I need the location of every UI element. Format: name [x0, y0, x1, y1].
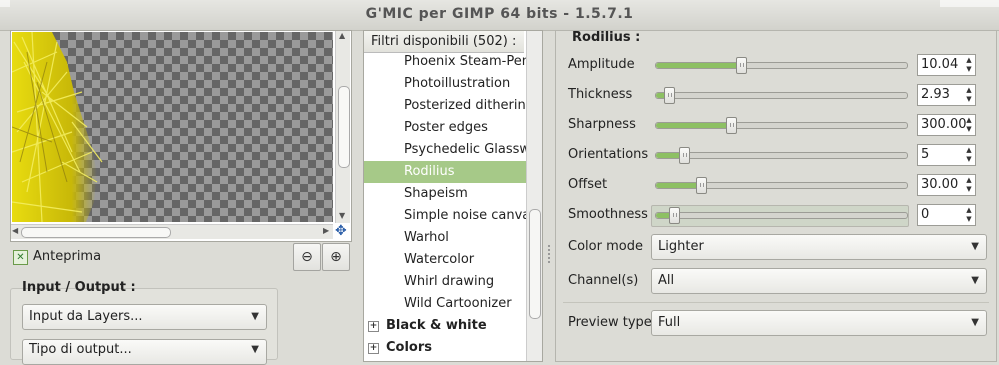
filter-item[interactable]: Photoillustration: [364, 73, 526, 95]
slider-fill: [656, 123, 732, 128]
color-mode-select[interactable]: Lighter ▼: [651, 234, 987, 260]
filter-list-header: Filtri disponibili (502) :: [364, 31, 524, 53]
dropdown-arrow-icon: ▼: [971, 317, 979, 328]
checkbox-icon[interactable]: ✕: [13, 250, 28, 265]
filter-item[interactable]: Shapeism: [364, 183, 526, 205]
spin-arrows-icon[interactable]: ▲ ▼: [965, 146, 973, 164]
sharpness-slider[interactable]: [655, 117, 908, 134]
slider-handle[interactable]: [726, 117, 738, 134]
thickness-spinbox[interactable]: 2.93 ▲ ▼: [917, 84, 976, 106]
splitter-grip-icon: [548, 245, 552, 263]
amplitude-label: Amplitude: [568, 57, 635, 72]
filter-category[interactable]: + Colors: [364, 337, 526, 359]
input-mode-select[interactable]: Input da Layers... ▼: [22, 304, 267, 330]
thickness-label: Thickness: [568, 87, 633, 102]
scrollbar-thumb[interactable]: [338, 86, 350, 168]
offset-spinbox[interactable]: 30.00 ▲ ▼: [917, 174, 976, 196]
filter-parameters-title: Rodilius :: [572, 30, 641, 45]
filter-item[interactable]: Wild Cartoonizer: [364, 293, 526, 315]
scrollbar-thumb[interactable]: [529, 209, 541, 319]
input-mode-value: Input da Layers...: [29, 309, 143, 324]
scroll-up-icon[interactable]: ▲: [339, 31, 345, 40]
channels-value: All: [658, 273, 675, 288]
preview-vertical-scrollbar[interactable]: ▲ ▼: [335, 31, 350, 223]
amplitude-slider[interactable]: [655, 57, 908, 74]
filter-item-selected[interactable]: Rodilius: [364, 161, 526, 183]
title-bar: G'MIC per GIMP 64 bits - 1.5.7.1: [0, 0, 999, 31]
preview-type-value: Full: [658, 315, 681, 330]
sharpness-label: Sharpness: [568, 117, 636, 132]
expand-icon[interactable]: +: [368, 321, 379, 332]
expand-icon[interactable]: +: [368, 343, 379, 354]
scroll-left-icon[interactable]: ◀: [12, 226, 18, 235]
window-title: G'MIC per GIMP 64 bits - 1.5.7.1: [365, 6, 634, 22]
channels-label: Channel(s): [568, 273, 639, 288]
filter-item[interactable]: Psychedelic Glasswork: [364, 139, 526, 161]
preview-image[interactable]: [12, 32, 333, 222]
move-icon[interactable]: ✥: [335, 224, 349, 238]
zoom-out-button[interactable]: ⊖: [293, 243, 321, 271]
preview-type-select[interactable]: Full ▼: [651, 310, 987, 336]
slider-handle[interactable]: [663, 87, 675, 104]
slider-fill: [656, 183, 702, 188]
orientations-spinbox[interactable]: 5 ▲ ▼: [917, 144, 976, 166]
filter-category[interactable]: + Black & white: [364, 315, 526, 337]
zoom-out-icon: ⊖: [301, 249, 313, 265]
color-mode-value: Lighter: [658, 239, 704, 254]
spin-arrows-icon[interactable]: ▲ ▼: [965, 86, 973, 104]
slider-handle[interactable]: [696, 177, 708, 194]
filter-item[interactable]: Phoenix Steam-Pencil: [364, 51, 526, 73]
filter-item[interactable]: Watercolor: [364, 249, 526, 271]
filter-item[interactable]: Warhol: [364, 227, 526, 249]
slider-handle[interactable]: [736, 57, 748, 74]
filter-list[interactable]: Filtri disponibili (502) : Phoenix Steam…: [363, 30, 543, 362]
preview-horizontal-scrollbar[interactable]: ◀ ▶: [11, 224, 333, 239]
spin-arrows-icon[interactable]: ▲ ▼: [965, 56, 973, 74]
spin-arrows-icon[interactable]: ▲ ▼: [965, 176, 973, 194]
channels-select[interactable]: All ▼: [651, 268, 987, 294]
smoothness-label: Smoothness: [568, 207, 648, 222]
dropdown-arrow-icon: ▼: [251, 311, 259, 322]
separator: [563, 302, 989, 303]
spin-arrows-icon[interactable]: ▲ ▼: [965, 116, 973, 134]
spin-arrows-icon[interactable]: ▲ ▼: [965, 206, 973, 224]
pane-splitter[interactable]: [546, 30, 552, 350]
filter-item[interactable]: Posterized dithering: [364, 95, 526, 117]
offset-slider[interactable]: [655, 177, 908, 194]
scroll-right-icon[interactable]: ▶: [323, 226, 329, 235]
output-mode-select[interactable]: Tipo di output... ▼: [22, 339, 267, 365]
dropdown-arrow-icon: ▼: [971, 241, 979, 252]
filter-item[interactable]: Whirl drawing: [364, 271, 526, 293]
sharpness-spinbox[interactable]: 300.00 ▲ ▼: [917, 114, 976, 136]
input-output-title: Input / Output :: [22, 280, 136, 295]
scrollbar-thumb[interactable]: [21, 227, 171, 238]
slider-handle[interactable]: [668, 207, 680, 224]
offset-label: Offset: [568, 177, 608, 192]
preview-type-label: Preview type: [568, 315, 652, 330]
filter-item[interactable]: Simple noise canvas: [364, 205, 526, 227]
thickness-slider[interactable]: [655, 87, 908, 104]
zoom-in-button[interactable]: ⊕: [322, 243, 350, 271]
dropdown-arrow-icon: ▼: [251, 344, 259, 355]
preview-checkbox-label: Anteprima: [33, 249, 102, 264]
preview-frame: ▲ ▼ ◀ ▶: [10, 30, 352, 242]
filter-item[interactable]: Poster edges: [364, 117, 526, 139]
slider-handle[interactable]: [678, 147, 690, 164]
orientations-label: Orientations: [568, 147, 649, 162]
orientations-slider[interactable]: [655, 147, 908, 164]
zoom-in-icon: ⊕: [330, 249, 342, 265]
filter-list-scrollbar[interactable]: [526, 31, 542, 361]
color-mode-label: Color mode: [568, 239, 643, 254]
smoothness-spinbox[interactable]: 0 ▲ ▼: [917, 204, 976, 226]
scroll-down-icon[interactable]: ▼: [339, 211, 345, 220]
amplitude-spinbox[interactable]: 10.04 ▲ ▼: [917, 54, 976, 76]
slider-fill: [656, 63, 742, 68]
smoothness-slider[interactable]: [655, 207, 908, 224]
dropdown-arrow-icon: ▼: [971, 275, 979, 286]
